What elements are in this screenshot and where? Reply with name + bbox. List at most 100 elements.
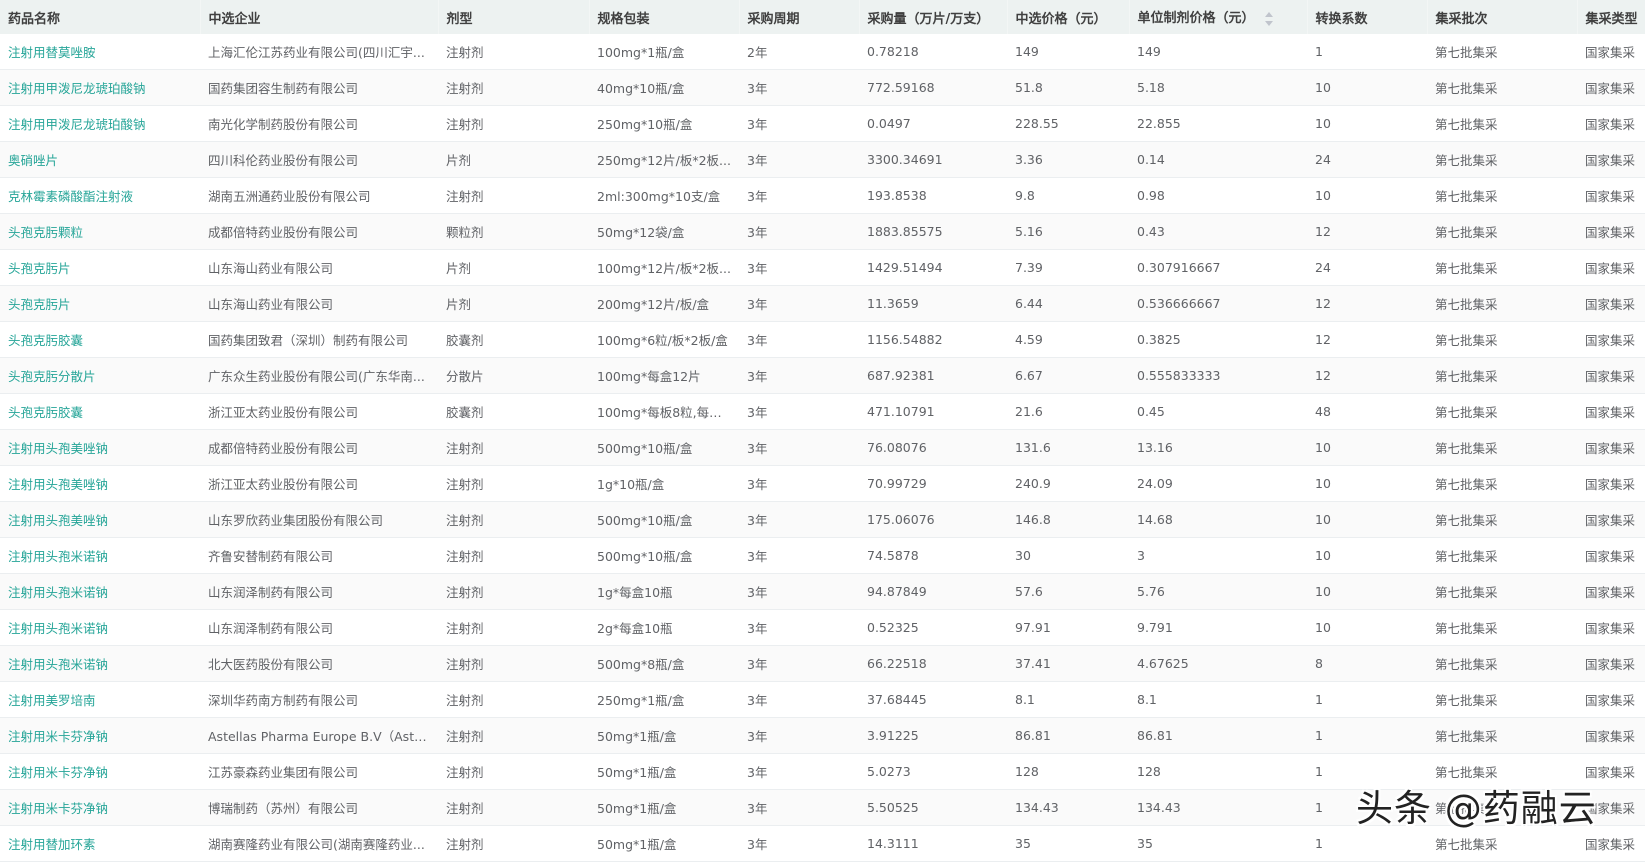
cell-dosage-form: 注射剂 bbox=[438, 717, 589, 754]
column-header-procurement-volume: 采购量（万片/万支） bbox=[859, 0, 1008, 34]
cell-company: 齐鲁安替制药有限公司 bbox=[200, 537, 438, 574]
cell-drug-name[interactable]: 注射用头孢美唑钠 bbox=[0, 429, 200, 466]
cell-drug-name[interactable]: 注射用头孢美唑钠 bbox=[0, 501, 200, 538]
cell-winning-price: 146.8 bbox=[1007, 501, 1129, 538]
cell-drug-name[interactable]: 头孢克肟颗粒 bbox=[0, 213, 200, 250]
cell-batch: 第七批集采 bbox=[1427, 357, 1577, 394]
cell-drug-name[interactable]: 头孢克肟胶囊 bbox=[0, 321, 200, 358]
cell-conversion-factor: 12 bbox=[1307, 285, 1427, 322]
drug-procurement-table: 药品名称 中选企业 剂型 规格包装 采购周期 采购量（万片/万支） 中选价格（元） 单位制剂价… bbox=[0, 0, 1645, 862]
cell-unit-price: 128 bbox=[1129, 753, 1307, 790]
cell-drug-name[interactable]: 注射用头孢米诺钠 bbox=[0, 537, 200, 574]
table-row: 注射用头孢美唑钠 浙江亚太药业股份有限公司 注射剂 1g*10瓶/盒 3年 70.9972… bbox=[0, 465, 1645, 502]
column-header-unit-price[interactable]: 单位制剂价格（元） bbox=[1129, 0, 1308, 34]
cell-drug-name[interactable]: 注射用甲泼尼龙琥珀酸钠 bbox=[0, 105, 200, 142]
table-row: 注射用头孢米诺钠 山东润泽制药有限公司 注射剂 2g*每盒10瓶 3年 0.52325 97… bbox=[0, 609, 1645, 646]
table-row: 头孢克肟胶囊 浙江亚太药业股份有限公司 胶囊剂 100mg*每板8粒,每盒... 3年 4… bbox=[0, 393, 1645, 430]
cell-procurement-type: 国家集采 bbox=[1577, 357, 1645, 394]
cell-procurement-type: 国家集采 bbox=[1577, 177, 1645, 214]
cell-drug-name[interactable]: 注射用美罗培南 bbox=[0, 681, 200, 718]
cell-drug-name[interactable]: 头孢克肟胶囊 bbox=[0, 393, 200, 430]
cell-batch: 第七批集采 bbox=[1427, 249, 1577, 286]
cell-company: 湖南赛隆药业有限公司(湖南赛隆药业... bbox=[200, 825, 438, 862]
cell-procurement-type: 国家集采 bbox=[1577, 393, 1645, 430]
cell-procurement-period: 3年 bbox=[739, 177, 859, 214]
cell-drug-name[interactable]: 克林霉素磷酸酯注射液 bbox=[0, 177, 200, 214]
cell-winning-price: 4.59 bbox=[1007, 321, 1129, 358]
cell-dosage-form: 注射剂 bbox=[438, 69, 589, 106]
table-row: 头孢克肟片 山东海山药业有限公司 片剂 200mg*12片/板/盒 3年 11.3659 6… bbox=[0, 285, 1645, 322]
cell-dosage-form: 注射剂 bbox=[438, 537, 589, 574]
cell-company: 南光化学制药股份有限公司 bbox=[200, 105, 438, 142]
cell-procurement-type: 国家集采 bbox=[1577, 321, 1645, 358]
cell-drug-name[interactable]: 注射用头孢米诺钠 bbox=[0, 573, 200, 610]
cell-procurement-volume: 175.06076 bbox=[859, 501, 1007, 538]
cell-drug-name[interactable]: 头孢克肟分散片 bbox=[0, 357, 200, 394]
cell-winning-price: 134.43 bbox=[1007, 789, 1129, 826]
cell-procurement-period: 3年 bbox=[739, 69, 859, 106]
table-row: 注射用替莫唑胺 上海汇伦江苏药业有限公司(四川汇宇... 注射剂 100mg*1瓶/盒… bbox=[0, 34, 1645, 70]
cell-dosage-form: 胶囊剂 bbox=[438, 321, 589, 358]
cell-procurement-type: 国家集采 bbox=[1577, 213, 1645, 250]
cell-procurement-period: 3年 bbox=[739, 321, 859, 358]
cell-drug-name[interactable]: 注射用替加环素 bbox=[0, 825, 200, 862]
cell-drug-name[interactable]: 注射用甲泼尼龙琥珀酸钠 bbox=[0, 69, 200, 106]
column-header-label: 集采批次 bbox=[1435, 11, 1488, 27]
cell-drug-name[interactable]: 头孢克肟片 bbox=[0, 285, 200, 322]
cell-spec-package: 500mg*8瓶/盒 bbox=[589, 645, 739, 682]
sort-caret-icon[interactable] bbox=[1264, 11, 1273, 27]
cell-procurement-type: 国家集采 bbox=[1577, 645, 1645, 682]
cell-drug-name[interactable]: 注射用米卡芬净钠 bbox=[0, 753, 200, 790]
cell-procurement-volume: 14.3111 bbox=[859, 825, 1007, 862]
cell-winning-price: 86.81 bbox=[1007, 717, 1129, 754]
cell-batch: 第七批集采 bbox=[1427, 141, 1577, 178]
cell-conversion-factor: 24 bbox=[1307, 141, 1427, 178]
cell-batch: 第七批集采 bbox=[1427, 609, 1577, 646]
cell-procurement-period: 3年 bbox=[739, 141, 859, 178]
table-row: 注射用甲泼尼龙琥珀酸钠 国药集团容生制药有限公司 注射剂 40mg*10瓶/盒 3年 77… bbox=[0, 69, 1645, 106]
cell-procurement-period: 2年 bbox=[739, 34, 859, 70]
cell-batch: 第七批集采 bbox=[1427, 645, 1577, 682]
cell-unit-price: 4.67625 bbox=[1129, 645, 1307, 682]
cell-procurement-period: 3年 bbox=[739, 249, 859, 286]
cell-drug-name[interactable]: 注射用头孢美唑钠 bbox=[0, 465, 200, 502]
cell-conversion-factor: 8 bbox=[1307, 645, 1427, 682]
cell-drug-name[interactable]: 奥硝唑片 bbox=[0, 141, 200, 178]
cell-winning-price: 21.6 bbox=[1007, 393, 1129, 430]
cell-spec-package: 40mg*10瓶/盒 bbox=[589, 69, 739, 106]
cell-drug-name[interactable]: 注射用米卡芬净钠 bbox=[0, 717, 200, 754]
column-header-batch: 集采批次 bbox=[1427, 0, 1578, 34]
cell-dosage-form: 注射剂 bbox=[438, 105, 589, 142]
cell-procurement-volume: 1429.51494 bbox=[859, 249, 1007, 286]
cell-drug-name[interactable]: 头孢克肟片 bbox=[0, 249, 200, 286]
cell-conversion-factor: 10 bbox=[1307, 609, 1427, 646]
cell-procurement-period: 3年 bbox=[739, 789, 859, 826]
cell-unit-price: 24.09 bbox=[1129, 465, 1307, 502]
cell-procurement-volume: 772.59168 bbox=[859, 69, 1007, 106]
cell-winning-price: 149 bbox=[1007, 34, 1129, 70]
table-row: 注射用甲泼尼龙琥珀酸钠 南光化学制药股份有限公司 注射剂 250mg*10瓶/盒 3年 0… bbox=[0, 105, 1645, 142]
cell-procurement-volume: 11.3659 bbox=[859, 285, 1007, 322]
table-row: 注射用头孢米诺钠 北大医药股份有限公司 注射剂 500mg*8瓶/盒 3年 66.2251… bbox=[0, 645, 1645, 682]
cell-drug-name[interactable]: 注射用头孢米诺钠 bbox=[0, 645, 200, 682]
cell-dosage-form: 片剂 bbox=[438, 249, 589, 286]
cell-company: 国药集团致君（深圳）制药有限公司 bbox=[200, 321, 438, 358]
cell-company: 山东海山药业有限公司 bbox=[200, 285, 438, 322]
cell-conversion-factor: 10 bbox=[1307, 501, 1427, 538]
cell-dosage-form: 注射剂 bbox=[438, 429, 589, 466]
cell-spec-package: 50mg*1瓶/盒 bbox=[589, 825, 739, 862]
cell-conversion-factor: 12 bbox=[1307, 357, 1427, 394]
cell-procurement-volume: 70.99729 bbox=[859, 465, 1007, 502]
cell-procurement-type: 国家集采 bbox=[1577, 105, 1645, 142]
cell-company: 山东润泽制药有限公司 bbox=[200, 573, 438, 610]
cell-drug-name[interactable]: 注射用头孢米诺钠 bbox=[0, 609, 200, 646]
cell-company: 国药集团容生制药有限公司 bbox=[200, 69, 438, 106]
cell-winning-price: 128 bbox=[1007, 753, 1129, 790]
cell-drug-name[interactable]: 注射用米卡芬净钠 bbox=[0, 789, 200, 826]
cell-procurement-period: 3年 bbox=[739, 357, 859, 394]
cell-dosage-form: 胶囊剂 bbox=[438, 393, 589, 430]
cell-drug-name[interactable]: 注射用替莫唑胺 bbox=[0, 34, 200, 70]
cell-winning-price: 57.6 bbox=[1007, 573, 1129, 610]
cell-conversion-factor: 1 bbox=[1307, 34, 1427, 70]
cell-company: 江苏豪森药业集团有限公司 bbox=[200, 753, 438, 790]
